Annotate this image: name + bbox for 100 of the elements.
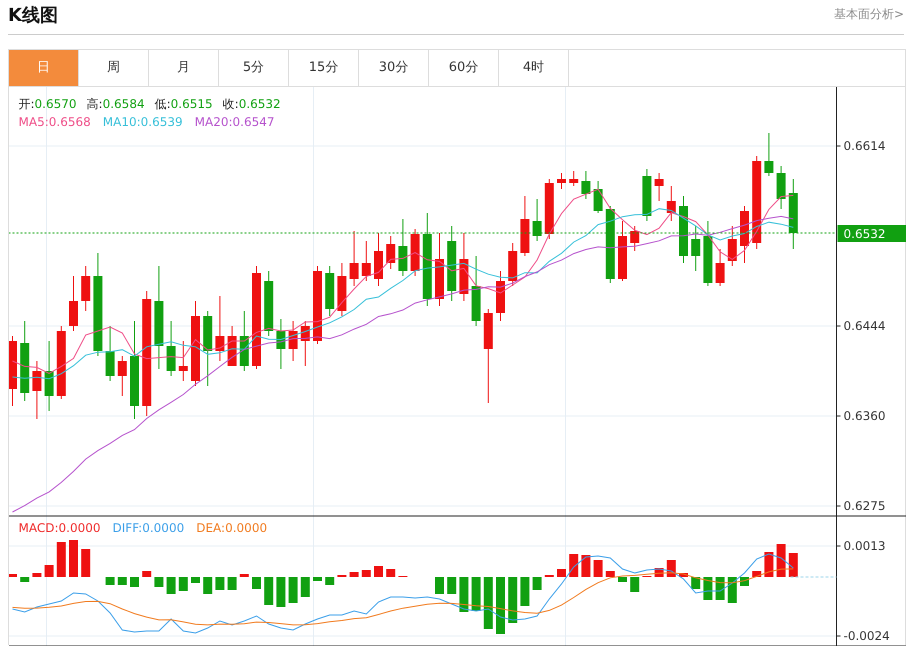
candlestick bbox=[240, 310, 249, 372]
macd-bar bbox=[630, 577, 640, 592]
candlestick bbox=[32, 360, 42, 420]
candlestick bbox=[410, 228, 420, 276]
macd-bar bbox=[325, 577, 334, 585]
candlestick bbox=[337, 262, 346, 316]
macd-bar bbox=[20, 577, 30, 582]
macd-bar bbox=[142, 571, 152, 577]
candlestick bbox=[508, 242, 518, 286]
macd-bar bbox=[203, 577, 212, 594]
macd-bar bbox=[716, 577, 725, 600]
candlestick bbox=[666, 186, 676, 222]
macd-bar bbox=[228, 577, 237, 590]
candlestick bbox=[118, 356, 127, 396]
candlestick bbox=[630, 226, 640, 252]
zero-line bbox=[790, 576, 837, 578]
candlestick bbox=[496, 270, 505, 322]
candlestick bbox=[178, 340, 188, 382]
macd-bar bbox=[728, 577, 737, 603]
price-axis-label: 0.6360 bbox=[844, 409, 886, 423]
candlestick bbox=[166, 320, 176, 376]
macd-bar bbox=[32, 573, 42, 577]
macd-bar bbox=[435, 577, 444, 594]
macd-bar bbox=[776, 544, 786, 577]
candlestick bbox=[557, 172, 566, 190]
candlestick bbox=[569, 170, 578, 186]
macd-bar bbox=[69, 540, 78, 577]
macd-bar bbox=[691, 577, 700, 589]
candlestick bbox=[81, 266, 90, 312]
macd-bar bbox=[520, 577, 530, 606]
macd-bar bbox=[606, 571, 615, 577]
macd-bar bbox=[618, 577, 627, 582]
candlestick bbox=[472, 256, 481, 326]
macd-bar bbox=[508, 577, 518, 623]
price-axis-label: 0.6614 bbox=[844, 139, 886, 153]
macd-bar bbox=[679, 573, 688, 577]
candlestick bbox=[788, 178, 798, 250]
candlestick bbox=[300, 320, 310, 366]
candlestick bbox=[44, 340, 54, 412]
candlestick bbox=[776, 166, 786, 210]
candlestick bbox=[691, 226, 700, 272]
macd-bar bbox=[106, 577, 115, 585]
macd-bar bbox=[703, 577, 712, 600]
candlestick bbox=[618, 220, 627, 282]
macd-bar bbox=[350, 572, 359, 577]
macd-bar bbox=[581, 555, 590, 577]
macd-bar bbox=[752, 571, 762, 577]
macd-bar bbox=[532, 577, 542, 590]
candlestick bbox=[581, 170, 590, 200]
candlestick bbox=[386, 236, 396, 270]
macd-bar bbox=[459, 577, 468, 612]
macd-axis-label: 0.0013 bbox=[844, 539, 886, 553]
candlestick bbox=[362, 240, 371, 282]
macd-bar bbox=[191, 577, 200, 583]
macd-bar bbox=[484, 577, 493, 629]
macd-bar bbox=[300, 577, 310, 597]
candlestick bbox=[764, 132, 774, 176]
macd-bar bbox=[496, 577, 505, 634]
macd-legend: MACD:0.0000 DIFF:0.0000 DEA:0.0000 bbox=[18, 521, 268, 535]
candlestick bbox=[728, 226, 737, 266]
candlestick bbox=[679, 196, 688, 264]
candlestick bbox=[520, 196, 530, 256]
macd-bar bbox=[472, 577, 481, 611]
macd-bar bbox=[264, 577, 274, 605]
macd-bar bbox=[215, 577, 224, 590]
fundamental-analysis-link[interactable]: 基本面分析> bbox=[834, 5, 904, 23]
macd-bar bbox=[788, 553, 798, 577]
candlestick bbox=[544, 178, 554, 240]
candlestick bbox=[642, 168, 652, 222]
candlestick bbox=[374, 232, 383, 286]
macd-bar bbox=[178, 577, 188, 591]
candlestick bbox=[398, 218, 408, 276]
macd-bar bbox=[56, 542, 66, 577]
macd-bar bbox=[313, 577, 322, 581]
price-axis-label: 0.6275 bbox=[844, 499, 886, 513]
macd-bar bbox=[118, 577, 127, 585]
candlestick bbox=[9, 336, 17, 406]
quote-legend: 开:0.6570 高:0.6584 低:0.6515 收:0.6532 bbox=[18, 97, 281, 111]
candlestick bbox=[69, 276, 78, 332]
macd-bar bbox=[362, 570, 371, 577]
macd-bar bbox=[81, 549, 90, 577]
macd-bar bbox=[288, 577, 298, 603]
candlestick bbox=[350, 230, 359, 286]
macd-bar bbox=[386, 569, 396, 577]
candlestick bbox=[228, 326, 237, 366]
macd-bar bbox=[557, 569, 566, 577]
candlestick bbox=[106, 326, 115, 382]
macd-bar bbox=[276, 577, 286, 607]
macd-bar bbox=[44, 565, 54, 577]
macd-bar bbox=[374, 566, 383, 577]
candlestick bbox=[264, 270, 274, 336]
candlestick bbox=[215, 296, 224, 362]
candlestick bbox=[325, 266, 334, 316]
macd-bar bbox=[252, 577, 261, 589]
candlestick bbox=[654, 172, 664, 202]
candlestick bbox=[740, 206, 749, 264]
macd-bar bbox=[130, 577, 139, 587]
current-price-label: 0.6532 bbox=[838, 225, 906, 242]
macd-bar bbox=[447, 577, 456, 594]
macd-bar bbox=[240, 574, 249, 577]
